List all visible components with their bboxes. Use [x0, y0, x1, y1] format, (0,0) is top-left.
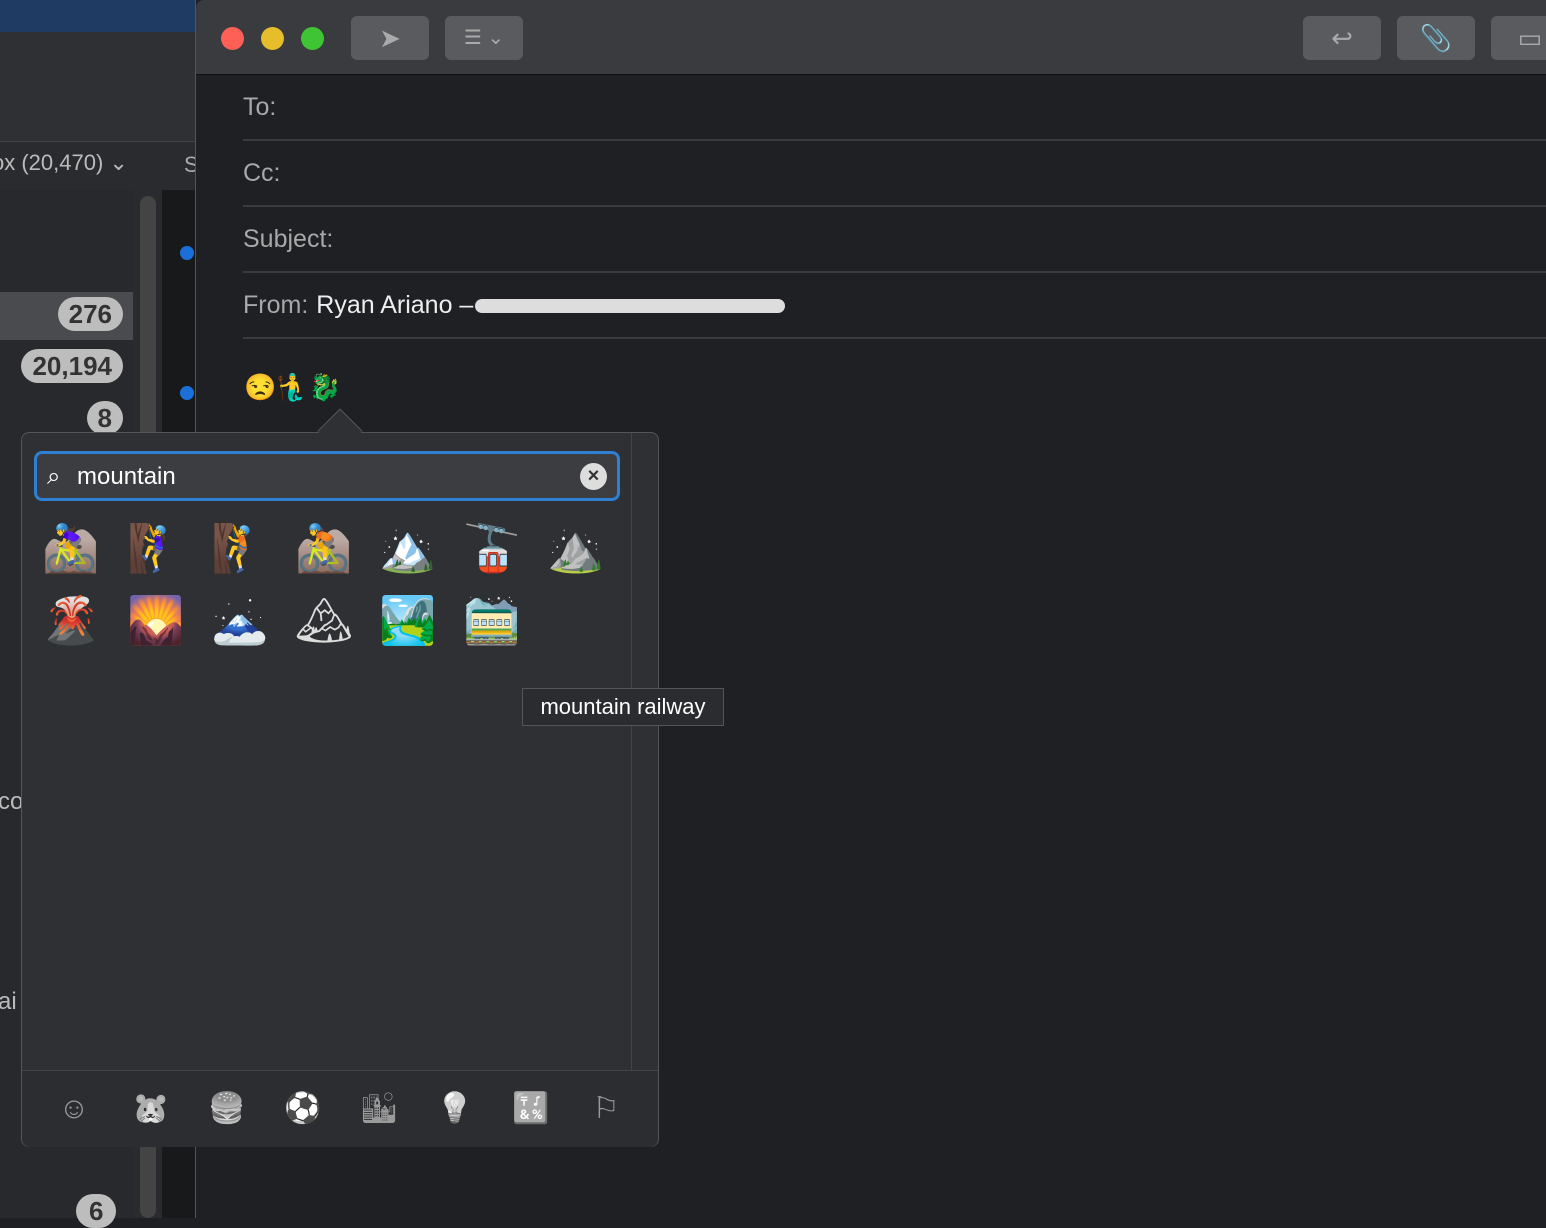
attach-button[interactable]: 📎 — [1397, 16, 1475, 60]
subject-field[interactable]: Subject: — [243, 207, 1546, 273]
category-food-icon[interactable]: 🍔 — [208, 1091, 245, 1127]
partial-text: co — [0, 788, 24, 815]
send-button[interactable]: ➤ — [351, 16, 429, 60]
subject-label: Subject: — [243, 225, 334, 253]
emoji-result[interactable]: 🧗 — [210, 518, 270, 578]
background-toolbar — [0, 32, 195, 142]
unread-dot — [180, 246, 194, 260]
title-bar: ➤ ☰ ⌄ ↩ 📎 ▭ — [196, 0, 1546, 75]
scrollbar-track[interactable] — [631, 433, 632, 1070]
category-symbols-icon[interactable]: 🔣 — [512, 1091, 549, 1127]
emoji-result[interactable]: 🚡 — [462, 518, 522, 578]
emoji-tooltip: mountain railway — [522, 688, 724, 726]
to-label: To: — [243, 93, 277, 121]
redacted-email — [475, 299, 786, 314]
unread-badge: 8 — [86, 401, 123, 435]
emoji-result[interactable]: 🌄 — [126, 590, 186, 650]
emoji-result[interactable]: 🗻 — [210, 590, 270, 650]
emoji-result[interactable]: 🚵 — [294, 518, 354, 578]
emoji-result[interactable]: 🌋 — [41, 590, 101, 650]
emoji-result[interactable]: 🚞 — [462, 590, 522, 650]
paperclip-icon: 📎 — [1419, 23, 1453, 53]
unread-badge: 276 — [57, 297, 123, 331]
emoji-result[interactable]: 🚵‍♀️ — [41, 518, 101, 578]
message-body[interactable]: 😒🧜‍♂️🐉 — [244, 372, 341, 403]
format-button[interactable]: ☰ ⌄ — [445, 16, 523, 60]
close-button[interactable] — [221, 27, 244, 50]
unread-dot — [180, 386, 194, 400]
paper-plane-icon: ➤ — [379, 23, 401, 53]
unread-badge: 20,194 — [21, 349, 123, 383]
emoji-result[interactable]: 🏔️ — [378, 518, 438, 578]
cc-field[interactable]: Cc: — [243, 141, 1546, 207]
unread-badge: 6 — [76, 1194, 117, 1228]
category-animals-icon[interactable]: 🐹 — [132, 1091, 169, 1127]
mailbox-selector[interactable]: ox (20,470) ⌄ — [0, 150, 128, 176]
cc-label: Cc: — [243, 159, 281, 187]
from-label: From: — [243, 291, 309, 319]
search-icon: ⌕ — [47, 463, 61, 490]
emoji-result[interactable]: 🧗‍♀️ — [126, 518, 186, 578]
search-value: mountain — [77, 463, 176, 490]
from-field[interactable]: From: Ryan Ariano – — [243, 273, 1546, 339]
photo-browser-button[interactable]: ▭ — [1491, 16, 1546, 60]
category-objects-icon[interactable]: 💡 — [436, 1091, 473, 1127]
reply-arrow-icon: ↩ — [1331, 23, 1353, 53]
partial-text: ai — [0, 988, 17, 1015]
list-icon: ☰ ⌄ — [463, 27, 505, 49]
clear-search-button[interactable]: × — [580, 463, 607, 490]
category-smileys-icon[interactable]: ☺ — [56, 1091, 92, 1127]
emoji-result[interactable]: 🏞️ — [378, 590, 438, 650]
reply-button[interactable]: ↩ — [1303, 16, 1381, 60]
zoom-button[interactable] — [301, 27, 324, 50]
emoji-result[interactable]: ⛰️ — [546, 518, 606, 578]
category-activity-icon[interactable]: ⚽ — [284, 1091, 321, 1127]
to-field[interactable]: To: — [243, 75, 1546, 141]
category-flags-icon[interactable]: ⚐ — [588, 1091, 624, 1127]
minimize-button[interactable] — [261, 27, 284, 50]
emoji-search-input[interactable]: ⌕ mountain × — [34, 451, 620, 501]
emoji-result[interactable]: 🏔 — [294, 590, 354, 650]
photo-icon: ▭ — [1517, 23, 1543, 53]
emoji-picker: ⌕ mountain × 🚵‍♀️ 🧗‍♀️ 🧗 🚵 🏔️ 🚡 ⛰️ 🌋 🌄 🗻 🏔 🏞️ 🚞 ☺ 🐹 🍔 ⚽… — [21, 408, 659, 1147]
category-bar: ☺ 🐹 🍔 ⚽ 🏙 💡 🔣 ⚐ — [22, 1070, 658, 1147]
desktop — [0, 0, 195, 32]
from-value: Ryan Ariano – — [316, 291, 474, 319]
category-travel-icon[interactable]: 🏙 — [360, 1091, 398, 1127]
